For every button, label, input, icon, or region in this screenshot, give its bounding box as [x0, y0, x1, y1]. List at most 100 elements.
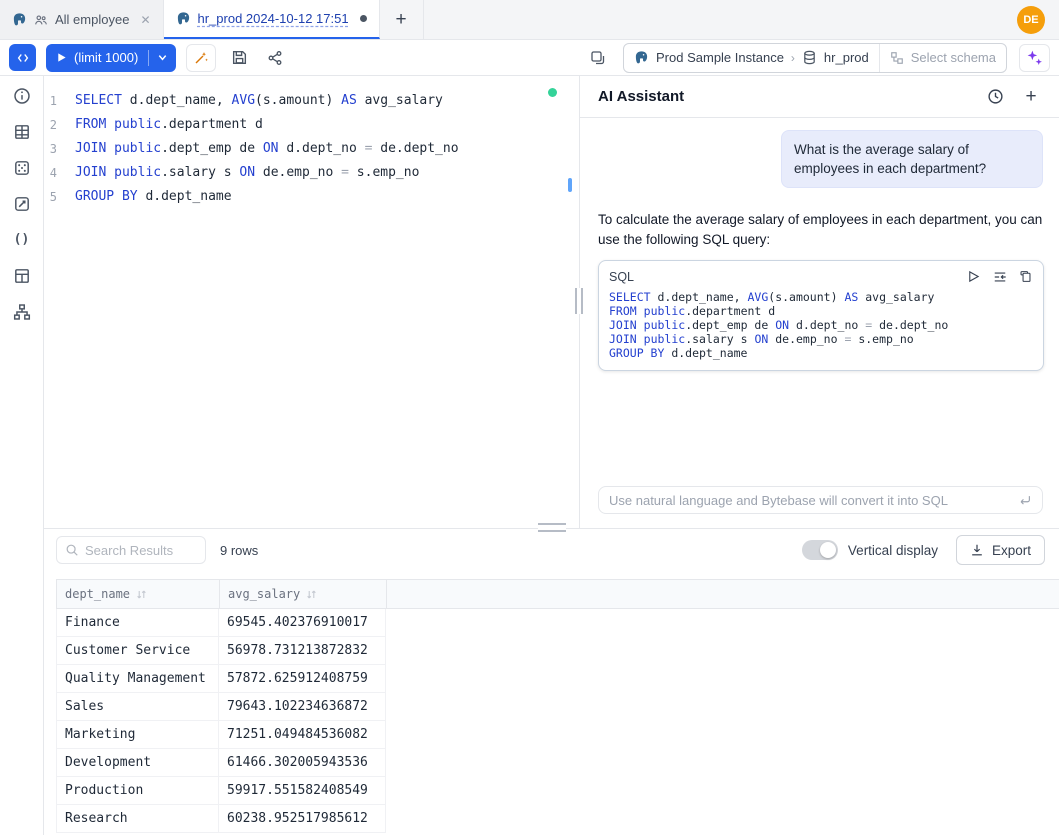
search-results-box [56, 536, 206, 564]
sql-block-label: SQL [609, 270, 634, 284]
table-cell: Production [56, 777, 219, 805]
table-cell: Sales [56, 693, 219, 721]
vertical-display-label: Vertical display [848, 543, 938, 558]
table-cell: 60238.952517985612 [219, 805, 386, 833]
run-query-button[interactable]: (limit 1000) [46, 44, 176, 72]
tab-bar: All employee ✕ hr_prod 2024-10-12 17:51 … [0, 0, 1059, 40]
code-line: 4JOIN public.salary s ON de.emp_no = s.e… [44, 161, 579, 185]
table-cell: Research [56, 805, 219, 833]
line-number: 2 [44, 113, 75, 137]
search-icon [65, 543, 79, 557]
postgres-icon [634, 50, 649, 65]
table-cell: Development [56, 749, 219, 777]
format-wand-button[interactable] [186, 44, 216, 72]
sort-icon[interactable] [136, 589, 147, 600]
code-line: 3JOIN public.dept_emp de ON d.dept_no = … [44, 137, 579, 161]
sort-icon[interactable] [306, 589, 317, 600]
results-grid: dept_nameavg_salary Finance69545.4023769… [56, 579, 1059, 833]
table-row[interactable]: Customer Service56978.731213872832 [56, 637, 1059, 665]
run-sql-icon[interactable] [966, 269, 981, 284]
overlap-squares-icon [590, 50, 606, 66]
code-icon [16, 51, 30, 65]
insert-sql-icon[interactable] [992, 269, 1007, 284]
toggle-knob [820, 542, 836, 558]
views-icon[interactable] [12, 266, 31, 285]
table-cell: Customer Service [56, 637, 219, 665]
schema-selector[interactable]: Select schema [879, 44, 1006, 72]
tab-label: hr_prod 2024-10-12 17:51 [198, 11, 349, 26]
chevron-down-icon[interactable] [149, 52, 176, 63]
export-label: Export [992, 543, 1031, 558]
batch-mode-button[interactable] [585, 45, 611, 71]
table-row[interactable]: Production59917.551582408549 [56, 777, 1059, 805]
column-header[interactable]: dept_name [57, 580, 220, 608]
column-header[interactable]: avg_salary [220, 580, 387, 608]
code-line: 5GROUP BY d.dept_name [44, 185, 579, 209]
vertical-display-toggle[interactable] [802, 540, 838, 560]
user-message: What is the average salary of employees … [781, 130, 1043, 188]
ai-toggle-button[interactable] [1019, 44, 1050, 72]
copy-sql-icon[interactable] [1018, 269, 1033, 284]
new-tab-button[interactable]: + [380, 0, 424, 39]
schema-placeholder: Select schema [911, 50, 996, 65]
database-name: hr_prod [824, 50, 869, 65]
table-row[interactable]: Quality Management57872.625912408759 [56, 665, 1059, 693]
breadcrumb-separator: › [791, 51, 795, 65]
editor-code[interactable]: 1SELECT d.dept_name, AVG(s.amount) AS av… [44, 76, 579, 209]
ai-chat-area: What is the average salary of employees … [580, 118, 1059, 476]
enter-icon [1018, 493, 1032, 507]
functions-icon[interactable]: () [12, 230, 31, 249]
row-count: 9 rows [220, 543, 258, 558]
table-cell: 79643.102234636872 [219, 693, 386, 721]
ai-sql-code: SELECT d.dept_name, AVG(s.amount) AS avg… [607, 290, 1035, 360]
search-results-input[interactable] [85, 543, 197, 558]
table-cell: Marketing [56, 721, 219, 749]
tab-all-employee[interactable]: All employee ✕ [0, 0, 164, 39]
dice-icon[interactable] [12, 158, 31, 177]
table-row[interactable]: Research60238.952517985612 [56, 805, 1059, 833]
share-icon [267, 50, 283, 66]
ai-assistant-header: AI Assistant + [580, 76, 1059, 118]
code-line: 1SELECT d.dept_name, AVG(s.amount) AS av… [44, 89, 579, 113]
table-cell: 61466.302005943536 [219, 749, 386, 777]
new-chat-icon[interactable]: + [1021, 87, 1041, 107]
table-row[interactable]: Marketing71251.049484536082 [56, 721, 1059, 749]
history-clock-icon[interactable] [985, 87, 1005, 107]
editor-scrollbar-thumb[interactable] [568, 178, 572, 192]
code-line: GROUP BY d.dept_name [609, 346, 1035, 360]
er-diagram-icon[interactable] [12, 302, 31, 321]
postgres-icon [12, 12, 27, 27]
ai-prompt-input[interactable] [609, 493, 1010, 508]
table-cell: 57872.625912408759 [219, 665, 386, 693]
save-icon [231, 49, 248, 66]
table-row[interactable]: Sales79643.102234636872 [56, 693, 1059, 721]
instance-selector[interactable]: Prod Sample Instance › hr_prod [624, 44, 879, 72]
panel-resize-handle-horizontal[interactable] [538, 523, 566, 532]
export-button[interactable]: Export [956, 535, 1045, 565]
table-cell: 69545.402376910017 [219, 609, 386, 637]
ai-assistant-title: AI Assistant [598, 88, 684, 105]
postgres-icon [176, 11, 191, 26]
sparkles-icon [1026, 49, 1043, 66]
ai-response-text: To calculate the average salary of emplo… [598, 210, 1046, 250]
table-row[interactable]: Development61466.302005943536 [56, 749, 1059, 777]
table-row[interactable]: Finance69545.402376910017 [56, 609, 1059, 637]
table-cell: 71251.049484536082 [219, 721, 386, 749]
results-toolbar: 9 rows Vertical display Export [44, 529, 1059, 571]
code-line: JOIN public.dept_emp de ON d.dept_no = d… [609, 318, 1035, 332]
table-cell: 59917.551582408549 [219, 777, 386, 805]
sql-editor-logo-button[interactable] [9, 44, 36, 71]
connection-status-dot [548, 88, 557, 97]
sql-editor[interactable]: 1SELECT d.dept_name, AVG(s.amount) AS av… [44, 76, 579, 528]
table-icon[interactable] [12, 122, 31, 141]
line-number: 4 [44, 161, 75, 185]
line-number: 3 [44, 137, 75, 161]
close-tab-icon[interactable]: ✕ [140, 13, 150, 27]
tab-hr-prod[interactable]: hr_prod 2024-10-12 17:51 [164, 0, 380, 39]
edit-box-icon[interactable] [12, 194, 31, 213]
info-icon[interactable] [12, 86, 31, 105]
panel-resize-handle-vertical[interactable] [575, 288, 583, 314]
save-button[interactable] [226, 45, 252, 71]
user-avatar[interactable]: DE [1017, 6, 1045, 34]
share-button[interactable] [262, 45, 288, 71]
